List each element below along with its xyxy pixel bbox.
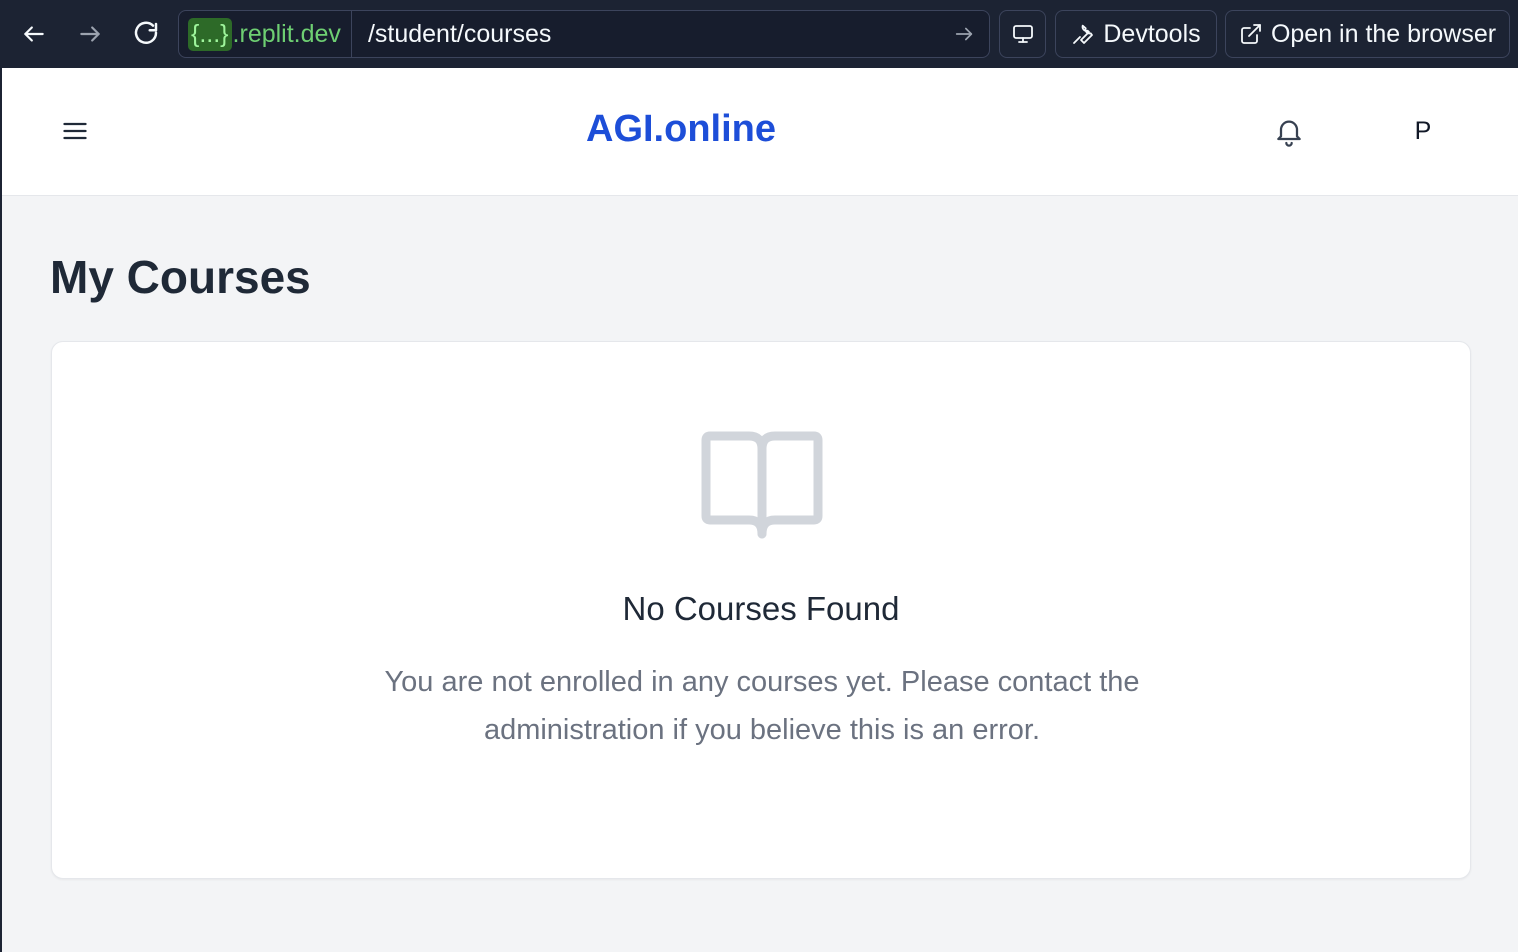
open-in-browser-label: Open in the browser <box>1270 19 1497 48</box>
open-in-browser-button[interactable]: Open in the browser <box>1225 10 1510 58</box>
empty-state-message: You are not enrolled in any courses yet.… <box>384 666 1140 746</box>
app-header: AGI.online P <box>2 68 1518 196</box>
wrench-icon <box>1073 24 1094 44</box>
user-avatar[interactable]: P <box>1400 108 1446 154</box>
devtools-button[interactable]: Devtools <box>1055 10 1217 58</box>
address-bar[interactable]: {...} .replit.dev /student/courses <box>178 10 990 58</box>
url-path[interactable]: /student/courses <box>352 20 939 49</box>
go-button[interactable] <box>939 11 989 57</box>
arrow-right-icon <box>955 27 973 41</box>
url-domain-suffix: .replit.dev <box>232 19 341 48</box>
bell-icon <box>1277 120 1301 147</box>
browser-toolbar: {...} .replit.dev /student/courses Devtoo… <box>0 0 1518 68</box>
monitor-icon <box>1012 25 1033 43</box>
arrow-left-icon <box>24 26 44 42</box>
arrow-right-icon <box>80 26 100 42</box>
back-button[interactable] <box>14 14 54 54</box>
notifications-button[interactable] <box>1266 108 1312 154</box>
empty-state-title: No Courses Found <box>622 590 900 627</box>
url-domain-badge: {...} <box>188 17 232 51</box>
url-domain: {...} .replit.dev <box>179 11 352 57</box>
brand-logo[interactable]: AGI.online <box>2 108 1360 151</box>
devtools-label: Devtools <box>1103 19 1201 48</box>
reload-button[interactable] <box>126 14 166 54</box>
book-open-icon <box>701 431 823 539</box>
reload-icon <box>134 21 158 45</box>
forward-button[interactable] <box>70 14 110 54</box>
empty-state-card: No Courses Found You are not enrolled in… <box>51 341 1471 879</box>
device-preview-button[interactable] <box>999 10 1046 58</box>
external-link-icon <box>1241 24 1261 44</box>
window-edge <box>0 68 2 952</box>
page-title: My Courses <box>50 251 311 303</box>
